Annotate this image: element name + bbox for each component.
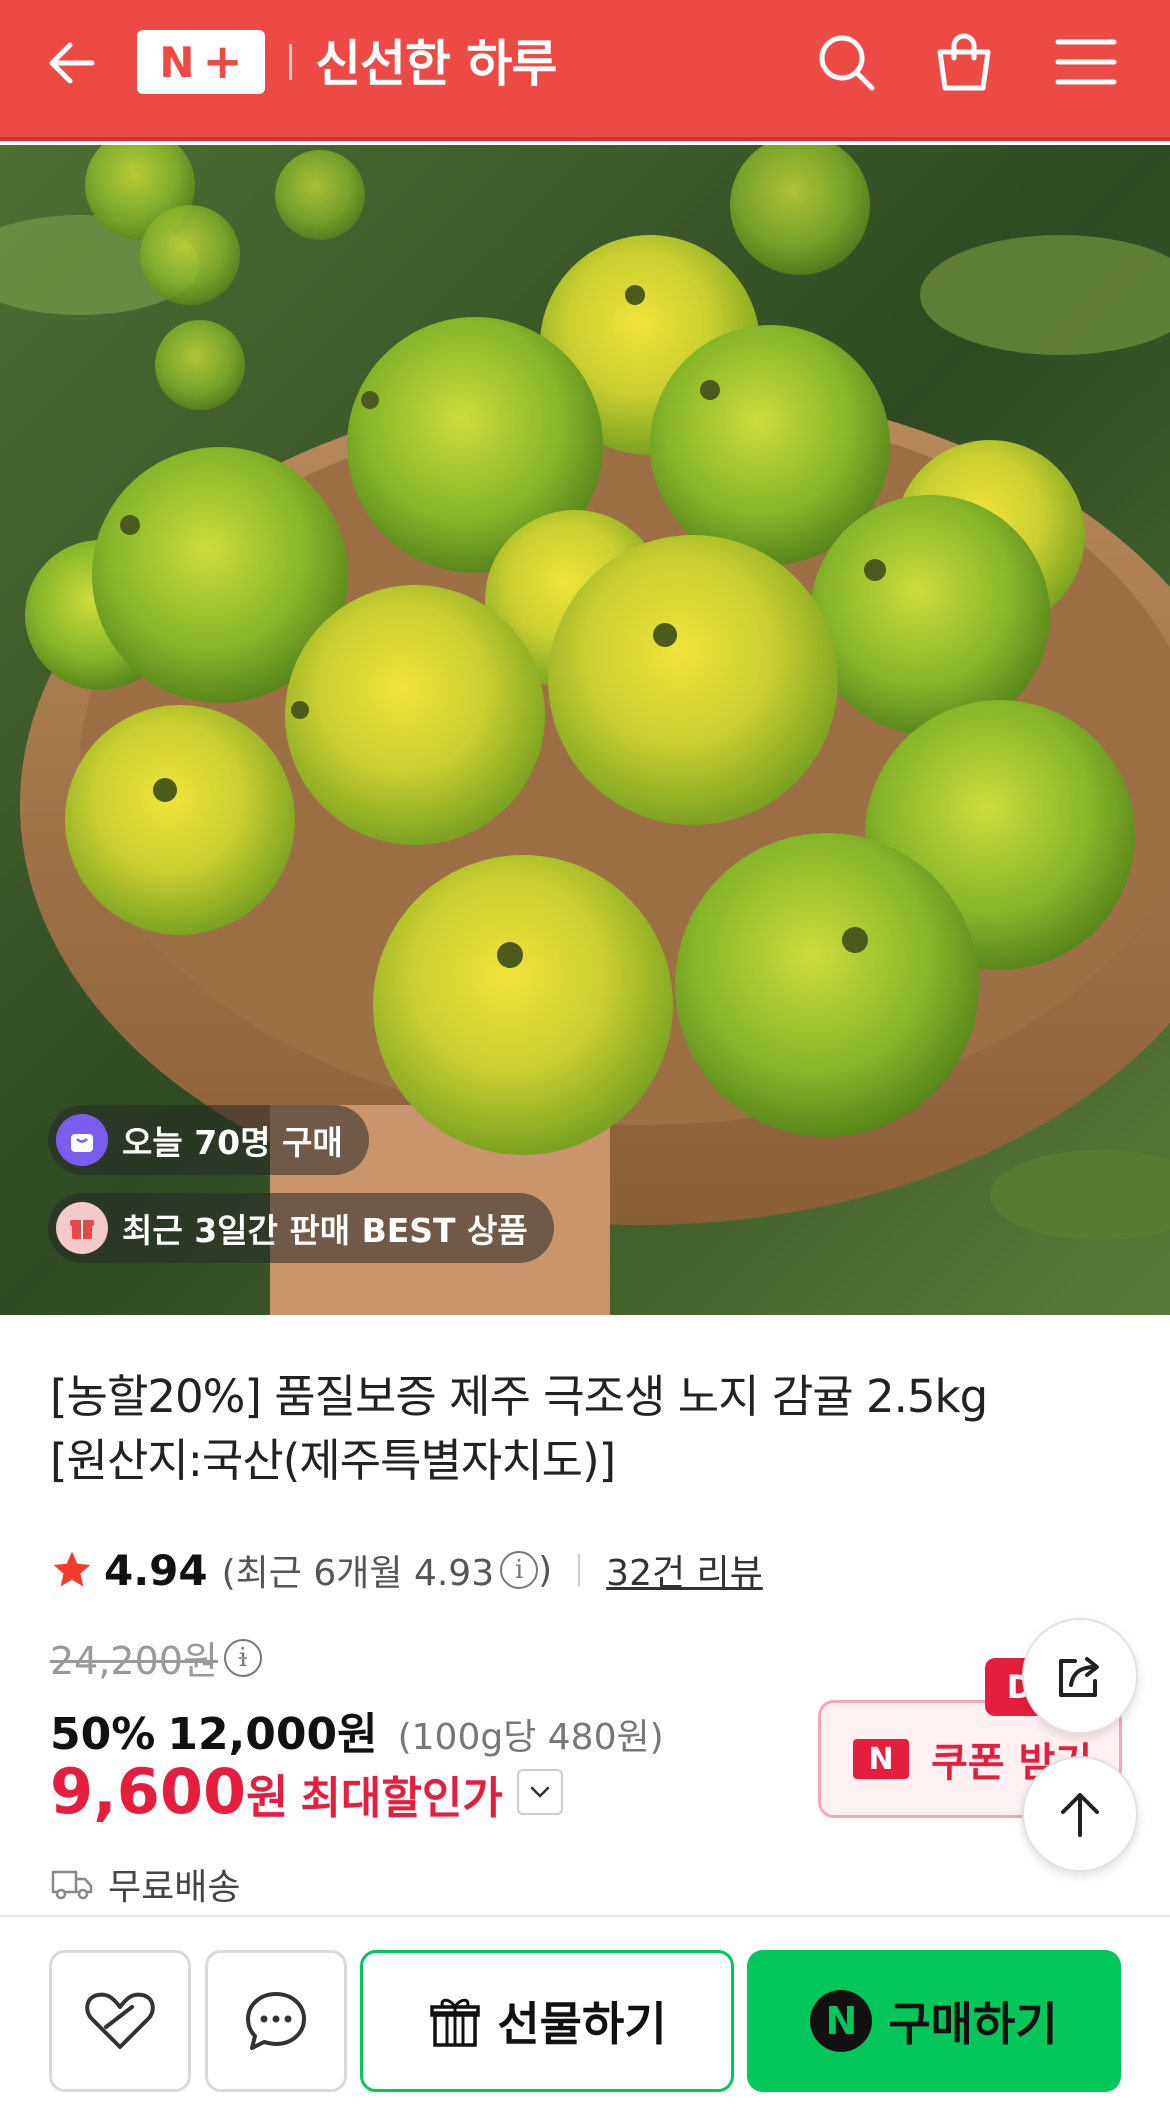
review-count-link[interactable]: 32건 리뷰 xyxy=(606,1544,763,1596)
gift-box-icon xyxy=(430,1998,481,2047)
store-title[interactable]: 신선한 하루 xyxy=(315,24,557,96)
max-discount-label: 최대할인가 xyxy=(300,1773,503,1824)
shopping-bag-icon[interactable] xyxy=(930,28,998,96)
price-info-icon[interactable]: i xyxy=(223,1638,262,1677)
logo-plus: + xyxy=(202,34,243,90)
best-seller-text: 최근 3일간 판매 BEST 상품 xyxy=(122,1211,528,1250)
best-seller-badge: 최근 3일간 판매 BEST 상품 xyxy=(48,1193,554,1263)
today-purchase-text: 오늘 70명 구매 xyxy=(122,1123,343,1162)
gift-label: 선물하기 xyxy=(497,1997,667,2051)
menu-icon[interactable] xyxy=(1052,28,1120,96)
max-discount-row[interactable]: 9,600 원 최대할인가 xyxy=(50,1755,563,1828)
recent-rating-close: ) xyxy=(538,1549,553,1591)
rating-row: 4.94 (최근 6개월 4.93 i ) 32건 리뷰 xyxy=(50,1540,763,1600)
gift-icon xyxy=(56,1202,108,1254)
rating-score: 4.94 xyxy=(104,1545,208,1595)
sale-price-row: 50% 12,000원 (100g당 480원) xyxy=(50,1698,664,1762)
bottom-action-bar: 선물하기 N 구매하기 xyxy=(0,1915,1170,2114)
nplus-logo[interactable]: N + xyxy=(137,30,265,94)
discount-rate: 50% xyxy=(50,1709,156,1760)
recent-rating: (최근 6개월 4.93 xyxy=(221,1553,495,1594)
star-icon xyxy=(53,1551,91,1587)
original-price: 24,200원 xyxy=(50,1639,218,1683)
truck-icon xyxy=(51,1870,93,1900)
top-header: N + 신선한 하루 xyxy=(0,0,1170,141)
shipping-text: 무료배송 xyxy=(108,1867,241,1908)
gift-button[interactable]: 선물하기 xyxy=(360,1950,734,2092)
logo-n: N xyxy=(159,37,195,87)
wishlist-button[interactable] xyxy=(49,1950,191,2092)
header-divider xyxy=(289,44,292,80)
share-button[interactable] xyxy=(1022,1618,1138,1734)
max-discount-won: 원 xyxy=(246,1770,289,1824)
buy-button[interactable]: N 구매하기 xyxy=(747,1950,1121,2092)
product-image[interactable]: 오늘 70명 구매 최근 3일간 판매 BEST 상품 xyxy=(0,145,1170,1315)
product-title-line1: [농할20%] 품질보증 제주 극조생 노지 감귤 2.5kg xyxy=(50,1370,988,1423)
search-icon[interactable] xyxy=(812,28,880,96)
naver-n-icon: N xyxy=(853,1739,909,1779)
arrow-up-icon xyxy=(1061,1793,1099,1837)
share-icon xyxy=(1059,1657,1099,1697)
product-title: [농할20%] 품질보증 제주 극조생 노지 감귤 2.5kg [원산지:국산(… xyxy=(50,1365,1050,1493)
back-arrow-icon[interactable] xyxy=(40,30,106,96)
today-purchase-badge: 오늘 70명 구매 xyxy=(48,1105,369,1175)
shipping-row: 무료배송 xyxy=(50,1858,240,1910)
chat-button[interactable] xyxy=(205,1950,347,2092)
info-icon[interactable]: i xyxy=(500,1551,539,1589)
chevron-down-icon[interactable] xyxy=(516,1768,563,1815)
product-title-line2: [원산지:국산(제주특별자치도)] xyxy=(50,1434,616,1487)
chat-icon xyxy=(246,1992,306,2050)
rating-separator xyxy=(578,1554,581,1586)
naver-pay-icon: N xyxy=(810,1990,873,2052)
sale-price: 12,000원 xyxy=(167,1709,378,1760)
original-price-row: 24,200원 i xyxy=(50,1630,262,1685)
bag-icon xyxy=(56,1114,108,1166)
max-discount-price: 9,600 xyxy=(50,1755,247,1828)
unit-price: (100g당 480원) xyxy=(397,1717,664,1758)
scroll-top-button[interactable] xyxy=(1022,1756,1138,1872)
heart-icon xyxy=(85,1992,155,2049)
buy-label: 구매하기 xyxy=(888,1997,1058,2051)
